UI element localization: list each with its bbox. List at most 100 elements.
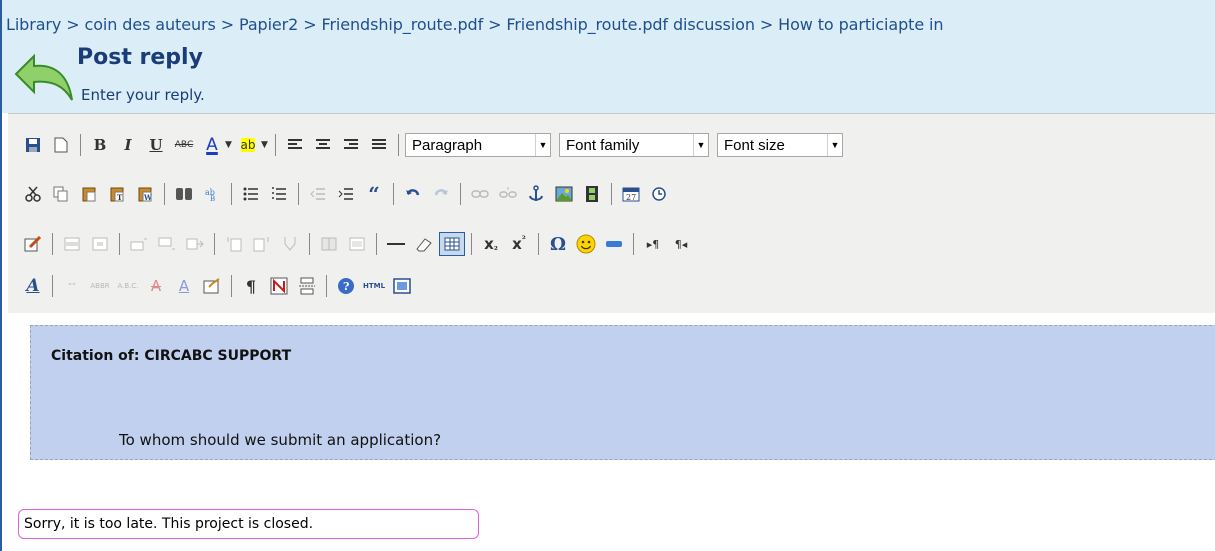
- undo-icon[interactable]: [400, 182, 426, 206]
- toolbar-separator: [164, 183, 165, 205]
- media-icon[interactable]: [579, 182, 605, 206]
- svg-text:27: 27: [626, 193, 636, 202]
- toolbar-separator: [398, 134, 399, 156]
- background-color-button[interactable]: ab: [235, 133, 261, 157]
- background-color-dropdown-icon[interactable]: ▼: [261, 140, 268, 150]
- underline-button[interactable]: U: [143, 133, 169, 157]
- acronym-button[interactable]: A.B.C.: [115, 274, 141, 298]
- blockquote-icon[interactable]: “: [361, 182, 387, 206]
- toolbar-separator: [231, 183, 232, 205]
- row-before-icon[interactable]: [126, 232, 152, 256]
- toolbar-separator: [298, 183, 299, 205]
- unlink-icon[interactable]: [495, 182, 521, 206]
- toolbar-row-4: A “” ABBR A.B.C. A A ¶ ? HTML: [20, 273, 417, 299]
- col-after-icon[interactable]: [249, 232, 275, 256]
- svg-text:?: ?: [343, 280, 349, 293]
- numbered-list-icon[interactable]: [266, 182, 292, 206]
- paste-text-icon[interactable]: T: [104, 182, 130, 206]
- subscript-button[interactable]: x₂: [478, 232, 504, 256]
- align-right-icon[interactable]: [338, 133, 364, 157]
- table-props-icon[interactable]: [20, 232, 46, 256]
- row-props-icon[interactable]: [59, 232, 85, 256]
- insert-text-button[interactable]: A: [171, 274, 197, 298]
- reply-text[interactable]: Sorry, it is too late. This project is c…: [18, 509, 479, 539]
- citation-text: To whom should we submit an application?: [119, 431, 442, 449]
- citation-block: Citation of: CIRCABC SUPPORT To whom sho…: [30, 325, 1215, 460]
- bullet-list-icon[interactable]: [238, 182, 264, 206]
- remove-format-icon[interactable]: [411, 232, 437, 256]
- cell-props-icon[interactable]: [87, 232, 113, 256]
- style-props-button[interactable]: A: [20, 274, 46, 298]
- abbr-button[interactable]: ABBR: [87, 274, 113, 298]
- breadcrumb[interactable]: Library > coin des auteurs > Papier2 > F…: [6, 15, 944, 34]
- bold-button[interactable]: B: [87, 133, 113, 157]
- toolbar-row-3: x₂ x² Ω ▸¶ ¶◂: [20, 231, 696, 257]
- toolbar-separator: [275, 134, 276, 156]
- font-family-select[interactable]: Font family ▼: [559, 133, 709, 157]
- cite-button[interactable]: “”: [59, 274, 85, 298]
- fullscreen-icon[interactable]: [389, 274, 415, 298]
- image-icon[interactable]: [551, 182, 577, 206]
- reply-arrow-icon: [14, 53, 73, 101]
- paste-icon[interactable]: [76, 182, 102, 206]
- paragraph-format-select[interactable]: Paragraph ▼: [405, 133, 551, 157]
- font-size-select[interactable]: Font size ▼: [717, 133, 843, 157]
- new-document-icon[interactable]: [48, 133, 74, 157]
- replace-icon[interactable]: ab B: [199, 182, 225, 206]
- superscript-button[interactable]: x²: [506, 232, 532, 256]
- iespell-icon[interactable]: [601, 232, 627, 256]
- outdent-icon[interactable]: [305, 182, 331, 206]
- visual-chars-button[interactable]: ¶: [238, 274, 264, 298]
- toolbar-separator: [633, 233, 634, 255]
- rtl-button[interactable]: ¶◂: [668, 232, 694, 256]
- strikethrough-button[interactable]: ABC: [171, 133, 197, 157]
- text-color-button[interactable]: A: [199, 133, 225, 157]
- split-cells-icon[interactable]: [316, 232, 342, 256]
- find-icon[interactable]: [171, 182, 197, 206]
- editor-toolbar: B I U ABC A ▼ ab ▼ Paragraph ▼ Font fami…: [8, 113, 1215, 315]
- merge-cells-icon[interactable]: [344, 232, 370, 256]
- indent-icon[interactable]: [333, 182, 359, 206]
- emoticon-icon[interactable]: [573, 232, 599, 256]
- html-source-button[interactable]: HTML: [361, 274, 387, 298]
- toolbar-row-2: T W ab B “ 27: [20, 181, 674, 207]
- special-char-button[interactable]: Ω: [545, 232, 571, 256]
- toolbar-separator: [538, 233, 539, 255]
- insert-time-icon[interactable]: [646, 182, 672, 206]
- text-color-dropdown-icon[interactable]: ▼: [225, 140, 232, 150]
- align-center-icon[interactable]: [310, 133, 336, 157]
- save-icon[interactable]: [20, 133, 46, 157]
- page-break-icon[interactable]: [294, 274, 320, 298]
- italic-button[interactable]: I: [115, 133, 141, 157]
- help-icon[interactable]: ?: [333, 274, 359, 298]
- redo-icon[interactable]: [428, 182, 454, 206]
- align-justify-icon[interactable]: [366, 133, 392, 157]
- editor-content[interactable]: Citation of: CIRCABC SUPPORT To whom sho…: [8, 313, 1215, 551]
- anchor-icon[interactable]: [523, 182, 549, 206]
- visual-aid-icon[interactable]: [439, 232, 465, 256]
- align-left-icon[interactable]: [282, 133, 308, 157]
- delete-col-icon[interactable]: [277, 232, 303, 256]
- horizontal-rule-icon[interactable]: [383, 232, 409, 256]
- attributes-icon[interactable]: [199, 274, 225, 298]
- svg-text:T: T: [117, 193, 123, 202]
- page-subtitle: Enter your reply.: [81, 86, 205, 104]
- copy-icon[interactable]: [48, 182, 74, 206]
- non-breaking-icon[interactable]: [266, 274, 292, 298]
- toolbar-separator: [231, 275, 232, 297]
- toolbar-separator: [460, 183, 461, 205]
- toolbar-separator: [471, 233, 472, 255]
- toolbar-row-1: B I U ABC A ▼ ab ▼ Paragraph ▼ Font fami…: [20, 132, 851, 158]
- delete-row-icon[interactable]: [182, 232, 208, 256]
- paste-word-icon[interactable]: W: [132, 182, 158, 206]
- link-icon[interactable]: [467, 182, 493, 206]
- toolbar-separator: [214, 233, 215, 255]
- cut-icon[interactable]: [20, 182, 46, 206]
- col-before-icon[interactable]: [221, 232, 247, 256]
- ltr-button[interactable]: ▸¶: [640, 232, 666, 256]
- toolbar-separator: [326, 275, 327, 297]
- insert-date-icon[interactable]: 27: [618, 182, 644, 206]
- toolbar-separator: [80, 134, 81, 156]
- row-after-icon[interactable]: [154, 232, 180, 256]
- delete-text-button[interactable]: A: [143, 274, 169, 298]
